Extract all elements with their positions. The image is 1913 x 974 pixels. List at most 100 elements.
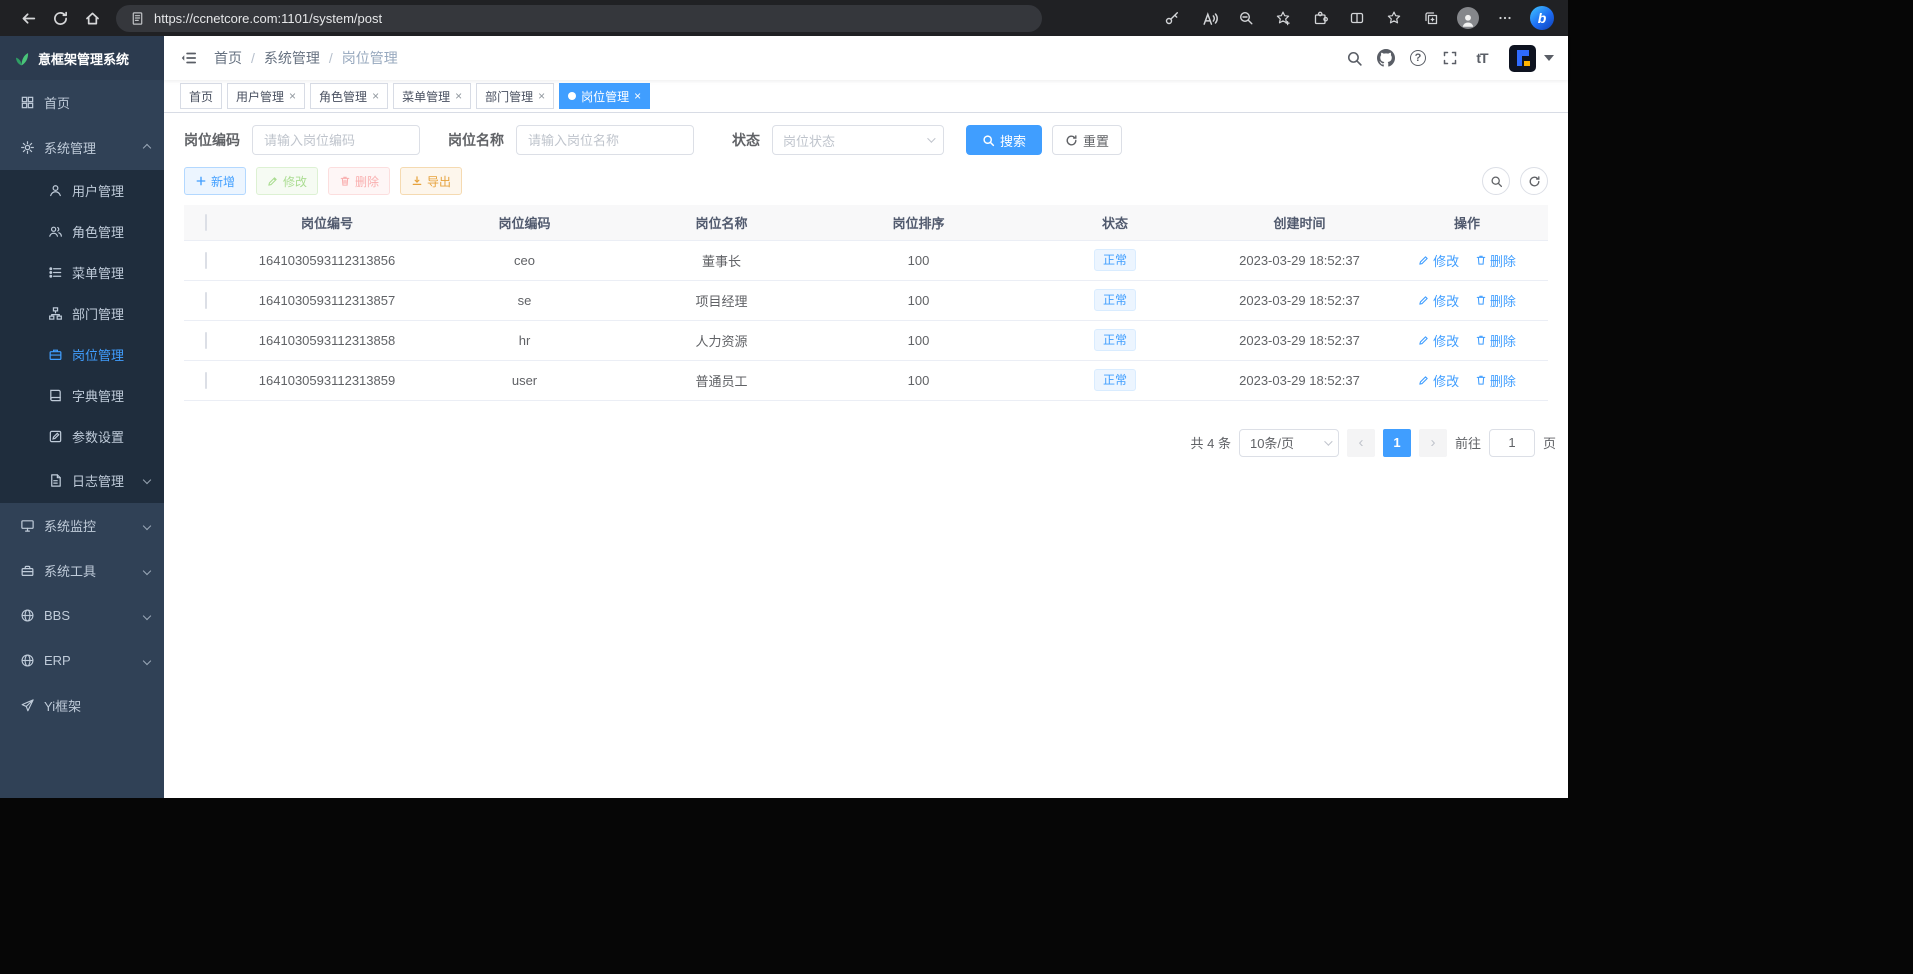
row-checkbox[interactable] <box>205 372 207 389</box>
tab-department-management[interactable]: 部门管理 × <box>476 83 554 109</box>
browser-profile-button[interactable] <box>1452 4 1484 32</box>
back-icon <box>20 10 37 27</box>
sidebar-item-monitor[interactable]: 系统监控 <box>0 503 164 548</box>
sidebar-item-label: 岗位管理 <box>72 345 124 364</box>
favorites-bar-icon[interactable] <box>1378 4 1410 32</box>
toggle-search-button[interactable] <box>1482 167 1510 195</box>
extensions-icon[interactable] <box>1304 4 1336 32</box>
system-submenu: 用户管理 角色管理 菜单管理 部门管理 岗位管理 <box>0 170 164 503</box>
next-page-button[interactable]: › <box>1419 429 1447 457</box>
sidebar-item-label: 字典管理 <box>72 386 124 405</box>
tab-post-management[interactable]: 岗位管理 × <box>559 83 650 109</box>
browser-toolbar: https://ccnetcore.com:1101/system/post <box>0 0 1568 36</box>
close-icon[interactable]: × <box>634 90 641 102</box>
post-name-label: 岗位名称 <box>448 130 504 150</box>
sidebar-item-home[interactable]: 首页 <box>0 80 164 125</box>
row-delete-button[interactable]: 删除 <box>1475 371 1516 390</box>
zoom-out-icon[interactable] <box>1230 4 1262 32</box>
page-number-button[interactable]: 1 <box>1383 429 1411 457</box>
page-size-select[interactable]: 10条/页 <box>1239 429 1339 457</box>
post-code-input[interactable] <box>252 125 420 155</box>
pagination: 共 4 条 10条/页 ‹ 1 › 前往 页 <box>184 429 1556 457</box>
sidebar-item-label: 用户管理 <box>72 181 124 200</box>
goto-page-input[interactable] <box>1489 429 1535 457</box>
cell-post-sort: 100 <box>820 240 1017 280</box>
search-button[interactable]: 搜索 <box>966 125 1042 155</box>
breadcrumb-item[interactable]: 系统管理 <box>264 48 320 68</box>
sidebar-item-posts[interactable]: 岗位管理 <box>0 334 164 375</box>
row-delete-button[interactable]: 删除 <box>1475 291 1516 310</box>
sidebar-item-tools[interactable]: 系统工具 <box>0 548 164 593</box>
read-aloud-icon[interactable] <box>1193 4 1225 32</box>
row-edit-button[interactable]: 修改 <box>1418 251 1459 270</box>
add-button[interactable]: 新增 <box>184 167 246 195</box>
sidebar-item-logs[interactable]: 日志管理 <box>0 457 164 503</box>
help-icon: ? <box>1410 50 1426 66</box>
home-icon <box>84 10 101 27</box>
app-logo[interactable]: 意框架管理系统 <box>0 36 164 80</box>
row-checkbox[interactable] <box>205 252 207 269</box>
sidebar-item-departments[interactable]: 部门管理 <box>0 293 164 334</box>
sidebar-item-erp[interactable]: ERP <box>0 638 164 683</box>
edit-button[interactable]: 修改 <box>256 167 318 195</box>
header-search-button[interactable] <box>1339 42 1369 74</box>
chevron-down-icon <box>143 566 151 574</box>
select-all-checkbox[interactable] <box>205 214 207 231</box>
row-edit-button[interactable]: 修改 <box>1418 331 1459 350</box>
browser-toolbar-right: b <box>1156 4 1558 32</box>
row-edit-button[interactable]: 修改 <box>1418 291 1459 310</box>
row-delete-button[interactable]: 删除 <box>1475 331 1516 350</box>
tab-role-management[interactable]: 角色管理 × <box>310 83 388 109</box>
refresh-button[interactable] <box>44 4 76 32</box>
add-favorite-icon[interactable] <box>1267 4 1299 32</box>
delete-button[interactable]: 删除 <box>328 167 390 195</box>
split-screen-icon[interactable] <box>1341 4 1373 32</box>
help-button[interactable]: ? <box>1403 42 1433 74</box>
tab-label: 用户管理 <box>236 88 284 105</box>
font-size-button[interactable]: tT <box>1467 42 1497 74</box>
more-menu-icon[interactable] <box>1489 4 1521 32</box>
tab-user-management[interactable]: 用户管理 × <box>227 83 305 109</box>
row-checkbox[interactable] <box>205 332 207 349</box>
refresh-icon <box>1528 175 1541 188</box>
row-checkbox[interactable] <box>205 292 207 309</box>
sidebar-item-menus[interactable]: 菜单管理 <box>0 252 164 293</box>
close-icon[interactable]: × <box>538 90 545 102</box>
hamburger-icon <box>180 49 198 67</box>
refresh-table-button[interactable] <box>1520 167 1548 195</box>
row-delete-button[interactable]: 删除 <box>1475 251 1516 270</box>
user-menu[interactable] <box>1509 45 1560 72</box>
close-icon[interactable]: × <box>289 90 296 102</box>
sidebar-item-yi-framework[interactable]: Yi框架 <box>0 683 164 728</box>
close-icon[interactable]: × <box>372 90 379 102</box>
export-button[interactable]: 导出 <box>400 167 462 195</box>
password-key-icon[interactable] <box>1156 4 1188 32</box>
sidebar-item-bbs[interactable]: BBS <box>0 593 164 638</box>
collapse-sidebar-button[interactable] <box>180 49 198 67</box>
sidebar-item-label: 系统管理 <box>44 138 96 157</box>
home-button[interactable] <box>76 4 108 32</box>
site-info-icon[interactable] <box>130 11 145 26</box>
bing-copilot-button[interactable]: b <box>1526 4 1558 32</box>
sidebar-item-users[interactable]: 用户管理 <box>0 170 164 211</box>
github-link[interactable] <box>1371 42 1401 74</box>
table-row: 1641030593112313859 user 普通员工 100 正常 202… <box>184 360 1548 400</box>
back-button[interactable] <box>12 4 44 32</box>
reset-button[interactable]: 重置 <box>1052 125 1122 155</box>
sidebar-item-parameters[interactable]: 参数设置 <box>0 416 164 457</box>
address-bar[interactable]: https://ccnetcore.com:1101/system/post <box>116 5 1042 32</box>
post-name-input[interactable] <box>516 125 694 155</box>
sidebar-item-dictionaries[interactable]: 字典管理 <box>0 375 164 416</box>
collections-icon[interactable] <box>1415 4 1447 32</box>
post-code-label: 岗位编码 <box>184 130 240 150</box>
close-icon[interactable]: × <box>455 90 462 102</box>
status-select[interactable]: 岗位状态 <box>772 125 944 155</box>
sidebar-item-roles[interactable]: 角色管理 <box>0 211 164 252</box>
tab-home[interactable]: 首页 <box>180 83 222 109</box>
fullscreen-button[interactable] <box>1435 42 1465 74</box>
row-edit-button[interactable]: 修改 <box>1418 371 1459 390</box>
sidebar-item-system[interactable]: 系统管理 <box>0 125 164 170</box>
prev-page-button[interactable]: ‹ <box>1347 429 1375 457</box>
breadcrumb-item[interactable]: 首页 <box>214 48 242 68</box>
tab-menu-management[interactable]: 菜单管理 × <box>393 83 471 109</box>
